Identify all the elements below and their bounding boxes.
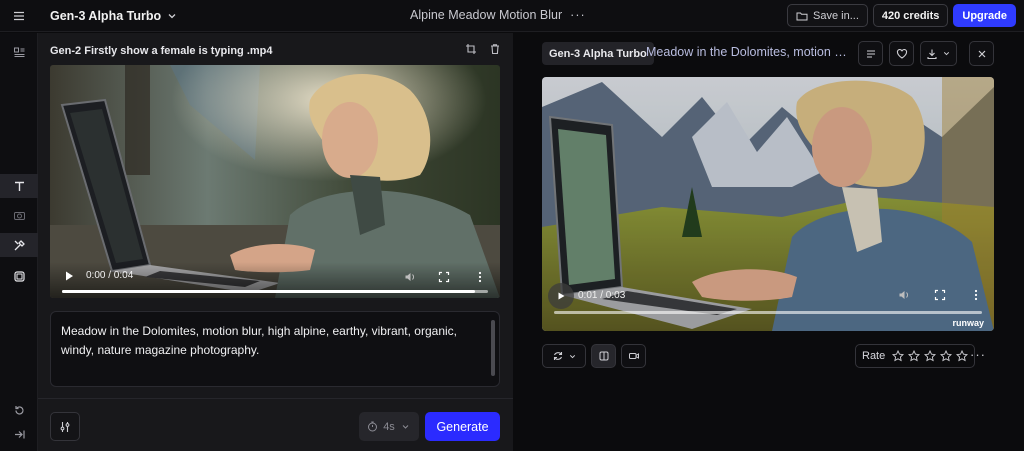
crop-icon[interactable]: [465, 43, 477, 55]
duration-selector[interactable]: 4s: [359, 412, 419, 441]
folder-icon: [796, 12, 808, 20]
star-icon[interactable]: [940, 350, 953, 362]
compare-button[interactable]: [591, 344, 616, 368]
rate-label: Rate: [862, 350, 886, 362]
star-icon[interactable]: [924, 350, 937, 362]
chevron-down-icon: [943, 52, 950, 56]
rating-stars[interactable]: [892, 350, 969, 362]
project-title[interactable]: Alpine Meadow Motion Blur ···: [410, 8, 586, 22]
tool-rail: [0, 33, 38, 451]
video-controls: 0:00 / 0:04: [50, 262, 500, 298]
prompt-scrollbar[interactable]: [491, 320, 495, 376]
generate-button[interactable]: Generate: [425, 412, 500, 441]
refresh-icon: [553, 352, 562, 360]
tools-icon: [14, 239, 25, 250]
output-panel: Gen-3 Alpha Turbo Meadow in the Dolomite…: [514, 33, 1024, 451]
fullscreen-icon[interactable]: [438, 271, 450, 283]
hamburger-icon: [14, 11, 24, 20]
star-icon[interactable]: [956, 350, 969, 362]
rating-control[interactable]: Rate: [855, 344, 976, 368]
input-video[interactable]: 0:00 / 0:04: [50, 65, 500, 298]
output-video-progress-bar[interactable]: [554, 311, 982, 314]
compare-icon: [599, 351, 608, 361]
more-icon[interactable]: ···: [570, 8, 586, 22]
layout-icon: [13, 47, 24, 57]
save-in-button[interactable]: Save in...: [787, 4, 868, 27]
history-button[interactable]: [0, 398, 38, 422]
output-video[interactable]: 0:01 / 0:03 runway: [542, 77, 994, 331]
video-more-icon[interactable]: [474, 271, 486, 283]
divider: [38, 398, 513, 399]
sliders-icon: [60, 421, 70, 432]
input-file-title: Gen-2 Firstly show a female is typing .m…: [50, 45, 273, 57]
download-icon: [927, 49, 937, 59]
output-prompt-preview[interactable]: Meadow in the Dolomites, motion b...: [646, 45, 851, 59]
volume-icon[interactable]: [404, 271, 416, 283]
video-progress-bar[interactable]: [62, 290, 488, 293]
use-video-button[interactable]: [621, 344, 646, 368]
project-title-text: Alpine Meadow Motion Blur: [410, 8, 563, 22]
upgrade-label: Upgrade: [962, 9, 1007, 22]
model-selector[interactable]: Gen-3 Alpha Turbo: [50, 9, 177, 23]
text-lines-icon: [866, 49, 875, 58]
undo-icon: [14, 405, 24, 415]
close-icon: [978, 50, 985, 57]
prompt-input[interactable]: Meadow in the Dolomites, motion blur, hi…: [50, 311, 500, 387]
output-model-tag: Gen-3 Alpha Turbo: [542, 42, 654, 65]
top-bar: Gen-3 Alpha Turbo Alpine Meadow Motion B…: [0, 0, 1024, 32]
chevron-down-icon: [168, 13, 176, 18]
video-progress-fill: [62, 290, 476, 293]
save-in-label: Save in...: [813, 9, 859, 22]
star-icon[interactable]: [908, 350, 921, 362]
settings-button[interactable]: [50, 412, 80, 441]
image-tool-button[interactable]: [0, 203, 38, 227]
collapse-button[interactable]: [0, 422, 38, 446]
close-button[interactable]: [969, 41, 994, 66]
frames-tool-button[interactable]: [0, 264, 38, 288]
menu-button[interactable]: [0, 0, 38, 32]
motion-tool-button[interactable]: [0, 233, 38, 257]
heart-icon: [896, 48, 907, 59]
volume-icon[interactable]: [898, 289, 910, 301]
video-more-icon[interactable]: [970, 289, 982, 301]
details-button[interactable]: [858, 41, 883, 66]
model-name: Gen-3 Alpha Turbo: [50, 8, 162, 23]
upgrade-button[interactable]: Upgrade: [953, 4, 1016, 27]
prompt-text: Meadow in the Dolomites, motion blur, hi…: [61, 324, 457, 357]
text-tool-button[interactable]: [0, 174, 38, 198]
more-options-icon[interactable]: ···: [970, 347, 986, 362]
collapse-icon: [14, 430, 25, 438]
chevron-down-icon: [402, 425, 409, 429]
play-icon: [558, 292, 565, 300]
duration-label: 4s: [383, 420, 395, 433]
credits-label: 420 credits: [881, 9, 940, 22]
chevron-down-icon: [569, 354, 575, 358]
output-video-time: 0:01 / 0:03: [578, 290, 626, 301]
play-button[interactable]: [548, 283, 574, 309]
runway-watermark: runway: [952, 318, 984, 328]
generate-label: Generate: [436, 419, 489, 434]
timer-icon: [368, 421, 378, 432]
film-icon: [13, 270, 25, 282]
credits-badge[interactable]: 420 credits: [872, 4, 949, 27]
layout-tool-button[interactable]: [0, 40, 38, 64]
star-icon[interactable]: [892, 350, 905, 362]
trash-icon[interactable]: [489, 43, 501, 55]
play-icon[interactable]: [62, 269, 76, 283]
text-icon: [14, 181, 24, 191]
video-camera-icon: [628, 353, 639, 359]
video-time: 0:00 / 0:04: [86, 270, 134, 281]
camera-icon: [13, 211, 25, 220]
regenerate-button[interactable]: [542, 344, 586, 368]
fullscreen-icon[interactable]: [934, 289, 946, 301]
favorite-button[interactable]: [889, 41, 914, 66]
download-button[interactable]: [920, 41, 957, 66]
input-panel: Gen-2 Firstly show a female is typing .m…: [38, 33, 513, 451]
